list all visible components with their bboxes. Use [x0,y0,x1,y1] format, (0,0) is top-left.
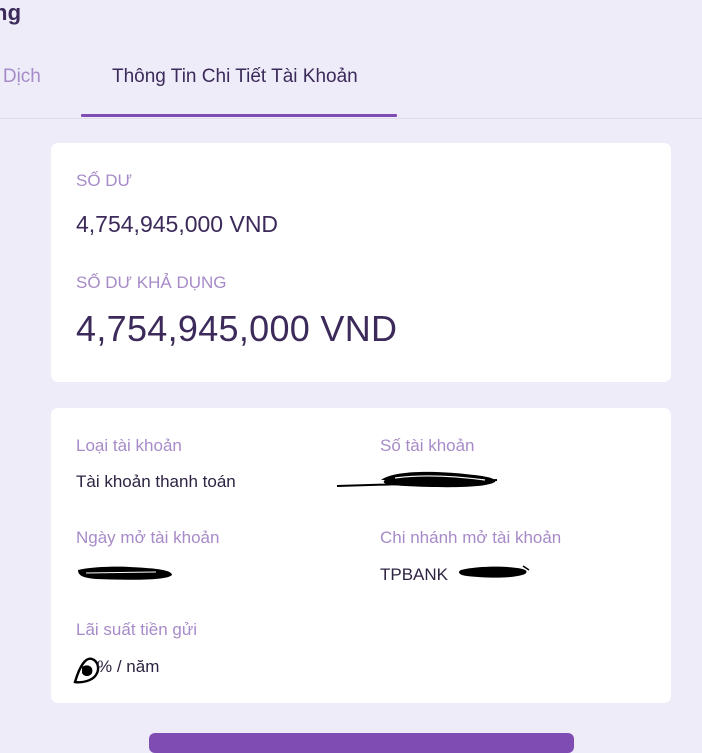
tab-bar: o Dịch Thông Tin Chi Tiết Tài Khoản [0,0,702,119]
tab-transactions[interactable]: o Dịch [0,66,41,88]
account-number-label: Số tài khoản [380,436,475,455]
bottom-action-button[interactable] [149,733,574,753]
interest-rate-value: % / năm [97,657,160,676]
balance-card: SỐ DƯ 4,754,945,000 VND SỐ DƯ KHẢ DỤNG 4… [51,143,671,382]
open-date-label: Ngày mở tài khoản [76,528,220,547]
balance-label: SỐ DƯ [76,171,133,190]
available-balance-value: 4,754,945,000 VND [76,308,398,349]
branch-label: Chi nhánh mở tài khoản [380,528,562,547]
account-type-value: Tài khoản thanh toán [76,472,236,491]
branch-value: TPBANK [380,565,449,584]
open-date-redaction [78,566,172,580]
account-number-redaction [336,471,498,488]
tab-account-details[interactable]: Thông Tin Chi Tiết Tài Khoản [112,66,358,88]
account-info-card: Loại tài khoản Tài khoản thanh toán Số t… [51,408,671,703]
account-type-label: Loại tài khoản [76,436,182,455]
interest-rate-label: Lãi suất tiền gửi [76,620,198,639]
tab-active-underline [81,114,397,117]
branch-redaction [459,565,530,578]
available-balance-label: SỐ DƯ KHẢ DỤNG [76,273,227,292]
balance-value: 4,754,945,000 VND [76,211,279,237]
